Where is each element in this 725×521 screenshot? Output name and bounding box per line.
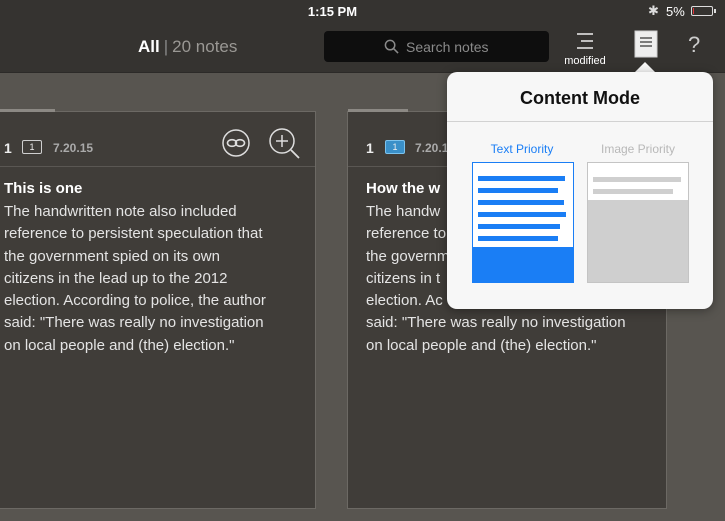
nav-bar: All | 20 notes Search notes modified ? <box>0 22 725 73</box>
document-mode-icon <box>634 30 658 58</box>
title-separator: | <box>163 37 169 56</box>
note-line: on local people and (the) election." <box>4 336 235 354</box>
image-priority-option[interactable] <box>587 162 689 283</box>
battery-icon <box>691 6 716 16</box>
note-title: How the w <box>366 180 441 197</box>
note-body: The handwritten note also included refer… <box>4 201 266 357</box>
note-line: citizens in the lead up to the 2012 <box>4 269 228 287</box>
help-button[interactable]: ? <box>688 32 700 58</box>
content-mode-button[interactable] <box>633 30 659 58</box>
card-header: 1 1 7.20.15 <box>0 112 315 167</box>
note-line: said: "There was really no investigation <box>366 314 626 332</box>
text-priority-option[interactable] <box>472 162 574 283</box>
nav-title: All | 20 notes <box>138 37 237 57</box>
note-line: the government spied on its own <box>4 247 220 265</box>
battery-level <box>693 8 694 14</box>
page-count-badge: 1 <box>385 140 405 154</box>
text-priority-icon <box>473 163 573 282</box>
card-date: 7.20.1 <box>415 141 449 155</box>
sort-label: modified <box>564 55 606 67</box>
note-line: said: "There was really no investigation <box>4 314 264 332</box>
sort-button[interactable]: modified <box>558 28 612 68</box>
note-title: This is one <box>4 180 83 197</box>
popover-divider <box>447 121 713 122</box>
card-date: 7.20.15 <box>53 141 94 155</box>
status-time: 1:15 PM <box>307 4 358 19</box>
card-number: 1 <box>4 140 12 156</box>
text-priority-label[interactable]: Text Priority <box>467 142 577 156</box>
note-line: reference to persistent speculation that <box>4 225 263 243</box>
sort-lines-icon <box>577 33 593 49</box>
zoom-in-icon[interactable] <box>268 127 302 161</box>
note-line: on local people and (the) election." <box>366 336 597 354</box>
note-count: 20 notes <box>172 37 238 56</box>
status-bar: 1:15 PM ✱ 5% <box>0 0 725 22</box>
link-icon[interactable] <box>221 128 251 158</box>
search-icon <box>384 39 399 54</box>
note-line: The handwritten note also included <box>4 203 237 220</box>
content-mode-popover: Content Mode Text Priority Image Priorit… <box>447 72 713 309</box>
note-card-1[interactable]: 1 1 7.20.15 This is one The handwritten … <box>0 109 316 509</box>
image-priority-label[interactable]: Image Priority <box>583 142 693 156</box>
bluetooth-icon: ✱ <box>648 3 659 18</box>
battery-percent: 5% <box>666 4 685 19</box>
card-number: 1 <box>366 140 374 156</box>
filter-all-label[interactable]: All <box>138 37 160 56</box>
search-input[interactable]: Search notes <box>324 31 549 62</box>
page-count-badge: 1 <box>22 140 42 154</box>
image-priority-icon <box>588 163 688 282</box>
popover-title: Content Mode <box>520 88 640 108</box>
note-line: election. According to police, the autho… <box>4 292 266 310</box>
search-placeholder: Search notes <box>406 39 489 55</box>
